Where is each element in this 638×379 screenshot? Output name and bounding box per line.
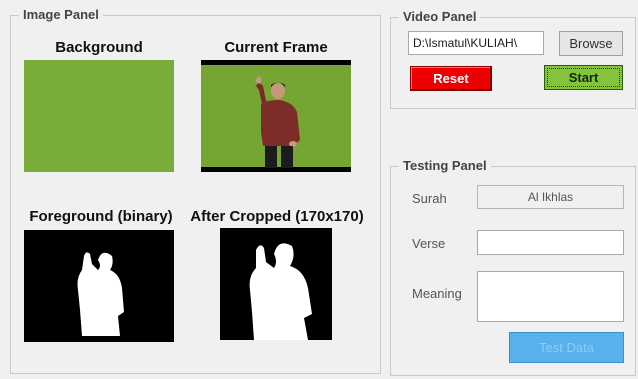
- image-panel-legend: Image Panel: [19, 7, 103, 22]
- cropped-title: After Cropped (170x170): [190, 208, 364, 225]
- verse-label: Verse: [412, 236, 446, 251]
- background-image: [24, 60, 174, 172]
- current-frame-image: [201, 60, 351, 172]
- meaning-label: Meaning: [412, 286, 462, 301]
- foreground-binary-image: [24, 230, 174, 342]
- foreground-silhouette: [77, 252, 124, 336]
- video-path-field[interactable]: D:\Ismatul\KULIAH\: [408, 31, 544, 55]
- browse-button[interactable]: Browse: [559, 31, 623, 56]
- foreground-title: Foreground (binary): [29, 208, 173, 225]
- background-title: Background: [55, 39, 143, 56]
- cropped-silhouette: [249, 243, 312, 340]
- meaning-field[interactable]: [477, 271, 624, 322]
- testing-panel-legend: Testing Panel: [399, 158, 491, 173]
- surah-field: Al Ikhlas: [477, 185, 624, 209]
- surah-label: Surah: [412, 191, 447, 206]
- current-frame-title: Current Frame: [224, 39, 328, 56]
- verse-field[interactable]: [477, 230, 624, 255]
- reset-button[interactable]: Reset: [410, 66, 492, 91]
- start-button[interactable]: Start: [544, 65, 623, 90]
- person-figure: [255, 76, 300, 168]
- cropped-image: [220, 228, 332, 340]
- video-panel-legend: Video Panel: [399, 9, 481, 24]
- test-data-button[interactable]: Test Data: [509, 332, 624, 363]
